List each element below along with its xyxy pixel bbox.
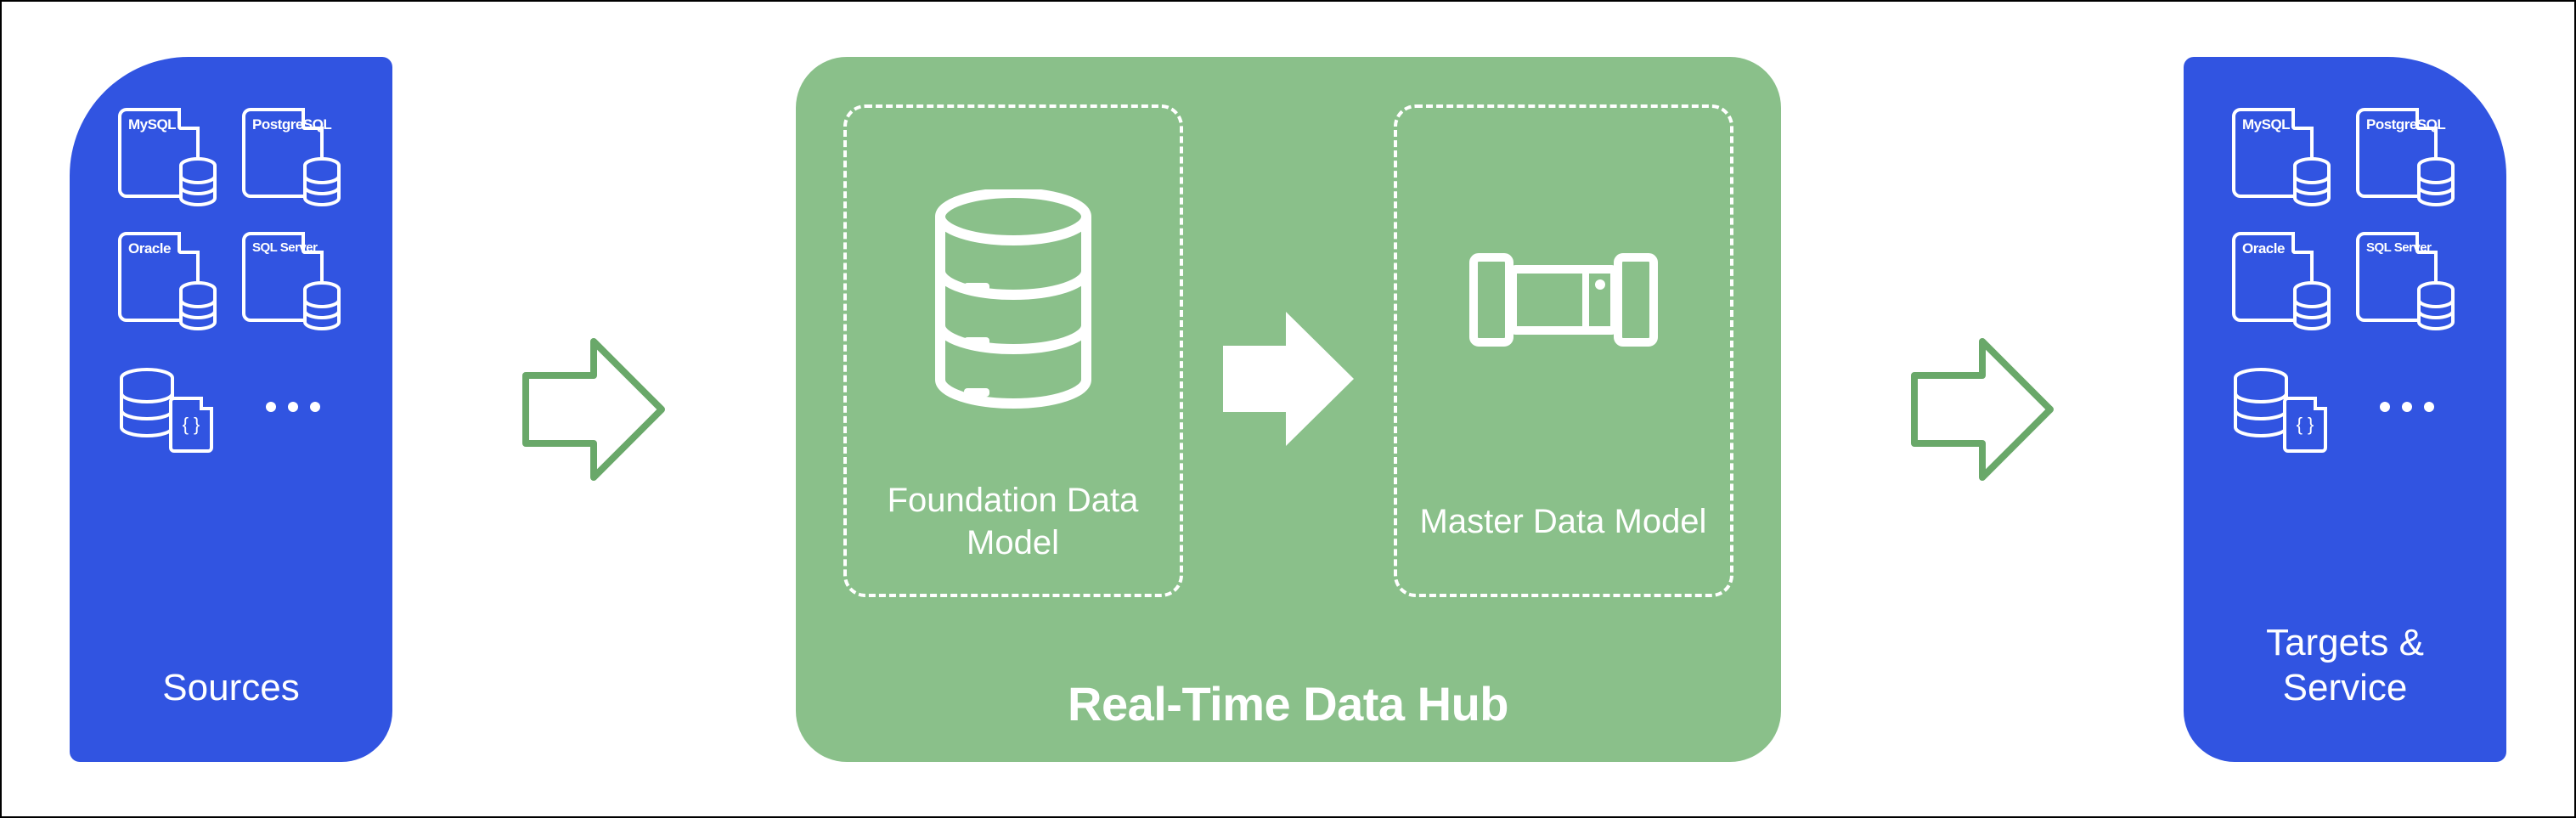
target-postgresql: PostgreSQL — [2356, 108, 2458, 210]
code-page-icon: { } — [169, 397, 213, 453]
database-icon — [178, 157, 218, 208]
targets-panel: MySQL PostgreSQL Oracle SQL Server { } — [2184, 57, 2506, 762]
targets-grid: MySQL PostgreSQL Oracle SQL Server { } — [2232, 108, 2458, 458]
master-stage: Master Data Model — [1394, 104, 1733, 597]
database-icon — [2415, 157, 2456, 208]
target-label: Oracle — [2242, 240, 2285, 257]
hub-arrow-icon — [1208, 104, 1369, 654]
sources-panel: MySQL PostgreSQL Oracle SQL Server { } — [70, 57, 392, 762]
sources-grid: MySQL PostgreSQL Oracle SQL Server { } — [118, 108, 344, 458]
target-label: SQL Server — [2366, 240, 2431, 255]
target-sqlserver: SQL Server — [2356, 232, 2458, 334]
target-mysql: MySQL — [2232, 108, 2334, 210]
database-icon — [2415, 281, 2456, 332]
source-label: PostgreSQL — [252, 116, 331, 133]
source-label: MySQL — [128, 116, 176, 133]
foundation-stage: Foundation Data Model — [843, 104, 1183, 597]
hub-row: Foundation Data Model Master — [843, 104, 1733, 654]
source-label: SQL Server — [252, 240, 317, 255]
arrow-icon — [1906, 324, 2059, 494]
target-label: PostgreSQL — [2366, 116, 2445, 133]
database-icon — [2232, 368, 2290, 439]
code-page-icon: { } — [2283, 397, 2327, 453]
source-oracle: Oracle — [118, 232, 220, 334]
target-more — [2356, 356, 2458, 458]
source-mysql: MySQL — [118, 108, 220, 210]
targets-title: Targets & Service — [2209, 621, 2481, 711]
target-label: MySQL — [2242, 116, 2290, 133]
source-label: Oracle — [128, 240, 171, 257]
diagram-frame: MySQL PostgreSQL Oracle SQL Server { } — [0, 0, 2576, 818]
database-icon — [2291, 281, 2332, 332]
target-oracle: Oracle — [2232, 232, 2334, 334]
master-label: Master Data Model — [1420, 475, 1707, 568]
target-generic: { } — [2232, 356, 2334, 458]
arrow-icon — [517, 324, 670, 494]
source-generic: { } — [118, 356, 220, 458]
master-model-icon — [1462, 133, 1666, 466]
ellipsis-icon — [266, 402, 320, 412]
hub-panel: Foundation Data Model Master — [796, 57, 1781, 762]
source-more — [242, 356, 344, 458]
database-icon — [2291, 157, 2332, 208]
database-icon — [302, 157, 342, 208]
ellipsis-icon — [2380, 402, 2434, 412]
foundation-database-icon — [928, 133, 1098, 466]
source-postgresql: PostgreSQL — [242, 108, 344, 210]
database-icon — [178, 281, 218, 332]
foundation-label: Foundation Data Model — [864, 475, 1163, 568]
database-icon — [302, 281, 342, 332]
hub-title: Real-Time Data Hub — [1068, 676, 1508, 731]
source-sqlserver: SQL Server — [242, 232, 344, 334]
sources-title: Sources — [162, 666, 299, 711]
database-icon — [118, 368, 176, 439]
